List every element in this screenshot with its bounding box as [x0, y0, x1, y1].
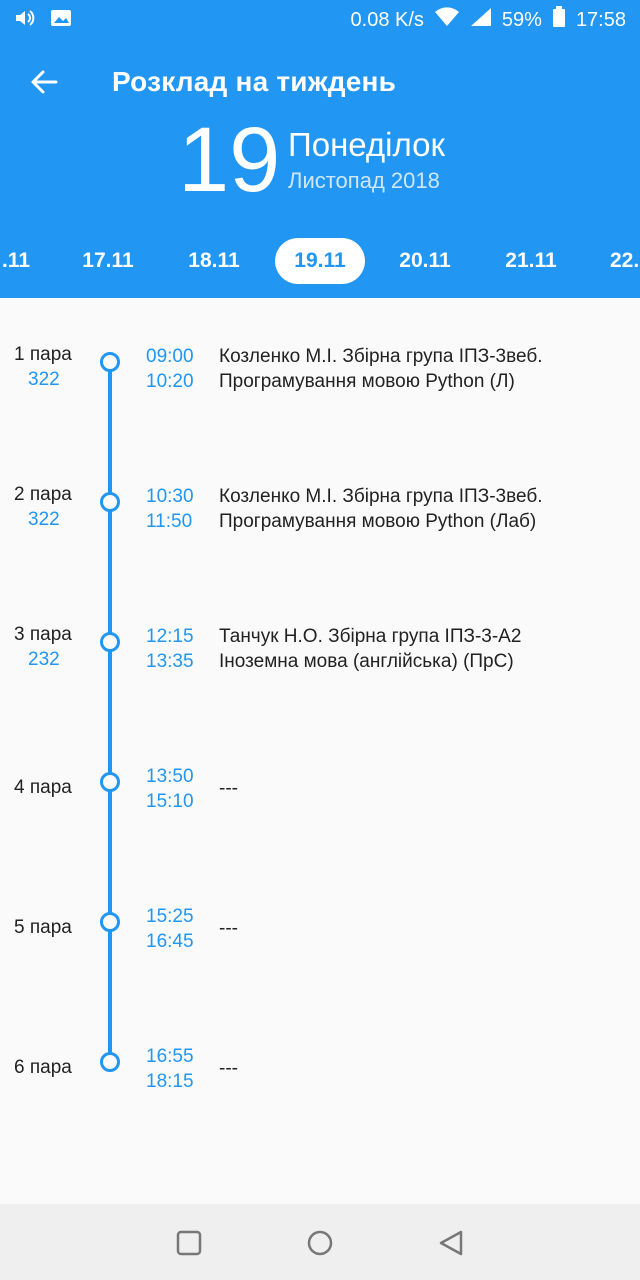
- lesson-info: Козленко М.І. Збірна група ІПЗ-3веб. Про…: [219, 344, 542, 394]
- schedule-list[interactable]: 1 пара 322 09:00 10:20 Козленко М.І. Збі…: [0, 298, 640, 1204]
- lesson-info: Танчук Н.О. Збірна група ІПЗ-3-А2 Інозем…: [219, 624, 521, 674]
- network-speed: 0.08 K/s: [350, 8, 424, 31]
- system-nav-bar: [0, 1204, 640, 1280]
- pair-number: 3 пара: [14, 624, 72, 645]
- date-chip[interactable]: .11: [0, 238, 46, 284]
- back-arrow-icon[interactable]: [26, 64, 62, 100]
- lesson-info: Козленко М.І. Збірна група ІПЗ-3веб. Про…: [219, 484, 542, 534]
- lesson-info: ---: [219, 778, 238, 799]
- volume-icon: [14, 8, 36, 33]
- room-number: 322: [28, 369, 60, 390]
- start-time: 12:15: [146, 626, 194, 647]
- start-time: 09:00: [146, 346, 194, 367]
- date-chip[interactable]: 17.11: [68, 238, 148, 284]
- pair-number: 4 пара: [14, 777, 72, 798]
- date-chip[interactable]: 20.11: [385, 238, 465, 284]
- timeline-dot-icon: [100, 912, 120, 932]
- teacher-group: Танчук Н.О. Збірна група ІПЗ-3-А2: [219, 626, 522, 647]
- timeline-dot-icon: [100, 352, 120, 372]
- month-year-label: Листопад 2018: [288, 168, 440, 193]
- lesson-info: ---: [219, 918, 238, 939]
- lesson-times: 09:00 10:20: [146, 344, 194, 394]
- lesson-row[interactable]: 1 пара 322 09:00 10:20 Козленко М.І. Збі…: [0, 344, 640, 414]
- lesson-row[interactable]: 5 пара 15:25 16:45 ---: [0, 904, 640, 974]
- wifi-icon: [434, 7, 460, 33]
- signal-icon: [470, 7, 492, 33]
- date-chip-selected[interactable]: 19.11: [275, 238, 365, 284]
- lesson-info: ---: [219, 1058, 238, 1079]
- start-time: 15:25: [146, 906, 194, 927]
- date-strip[interactable]: .11 17.11 18.11 19.11 20.11 21.11 22.: [0, 238, 640, 284]
- teacher-group: Козленко М.І. Збірна група ІПЗ-3веб.: [219, 486, 543, 507]
- page-title: Розклад на тиждень: [112, 66, 397, 97]
- end-time: 13:35: [146, 651, 194, 672]
- timeline-dot-icon: [100, 632, 120, 652]
- home-icon[interactable]: [307, 1230, 333, 1256]
- back-triangle-icon[interactable]: [438, 1230, 464, 1256]
- battery-percent: 59%: [501, 8, 542, 31]
- timeline-dot-icon: [100, 1052, 120, 1072]
- start-time: 13:50: [146, 766, 194, 787]
- lesson-row[interactable]: 4 пара 13:50 15:10 ---: [0, 764, 640, 834]
- date-chip[interactable]: 21.11: [491, 238, 571, 284]
- weekday-label: Понеділок: [288, 126, 445, 163]
- date-chip[interactable]: 18.11: [174, 238, 254, 284]
- timeline-dot-icon: [100, 772, 120, 792]
- day-number: 19: [178, 109, 281, 211]
- recent-apps-icon[interactable]: [176, 1230, 202, 1256]
- end-time: 16:45: [146, 931, 194, 952]
- app-bar: Розклад на тиждень 19 Понеділок Листопад…: [0, 38, 640, 298]
- room-number: 232: [28, 649, 60, 670]
- pair-number: 1 пара: [14, 344, 72, 365]
- date-chip[interactable]: 22.: [597, 238, 640, 284]
- timeline-dot-icon: [100, 492, 120, 512]
- pair-number: 5 пара: [14, 917, 72, 938]
- subject-name: Програмування мовою Python (Лаб): [219, 511, 537, 532]
- subject-name: Іноземна мова (англійська) (ПрС): [219, 651, 514, 672]
- room-number: 322: [28, 509, 60, 530]
- image-icon: [50, 8, 72, 33]
- clock: 17:58: [575, 8, 626, 31]
- lesson-row[interactable]: 2 пара 322 10:30 11:50 Козленко М.І. Збі…: [0, 484, 640, 554]
- end-time: 10:20: [146, 371, 194, 392]
- pair-number: 6 пара: [14, 1057, 72, 1078]
- start-time: 16:55: [146, 1046, 194, 1067]
- lesson-times: 16:55 18:15: [146, 1044, 194, 1094]
- lesson-row[interactable]: 3 пара 232 12:15 13:35 Танчук Н.О. Збірн…: [0, 624, 640, 694]
- lesson-row[interactable]: 6 пара 16:55 18:15 ---: [0, 1044, 640, 1114]
- lesson-times: 13:50 15:10: [146, 764, 194, 814]
- lesson-times: 12:15 13:35: [146, 624, 194, 674]
- end-time: 18:15: [146, 1071, 194, 1092]
- lesson-times: 15:25 16:45: [146, 904, 194, 954]
- end-time: 11:50: [146, 511, 193, 532]
- end-time: 15:10: [146, 791, 194, 812]
- start-time: 10:30: [146, 486, 194, 507]
- lesson-times: 10:30 11:50: [146, 484, 194, 534]
- status-bar: 0.08 K/s 59% 17:58: [0, 0, 640, 38]
- teacher-group: Козленко М.І. Збірна група ІПЗ-3веб.: [219, 346, 543, 367]
- subject-name: Програмування мовою Python (Л): [219, 371, 515, 392]
- battery-icon: [552, 6, 566, 34]
- pair-number: 2 пара: [14, 484, 72, 505]
